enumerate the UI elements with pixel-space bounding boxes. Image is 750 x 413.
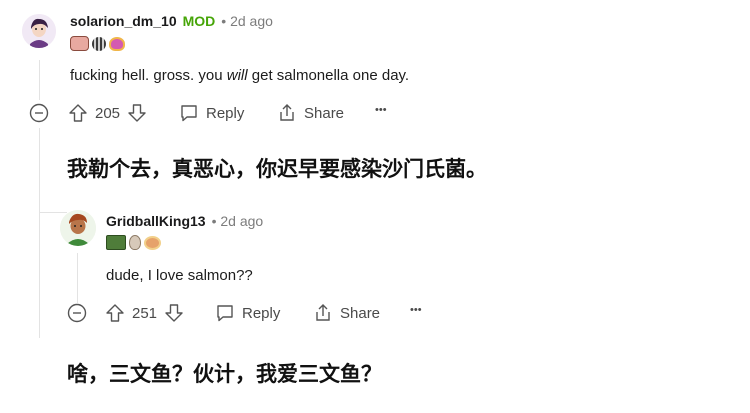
- upvote-button[interactable]: [105, 303, 125, 323]
- collapse-button[interactable]: [29, 103, 49, 123]
- upvote-button[interactable]: [68, 103, 88, 123]
- comment-body: dude, I love salmon??: [106, 267, 253, 284]
- avatar-icon: [22, 14, 56, 48]
- thread-line: [39, 60, 40, 100]
- collapse-icon: [67, 303, 87, 323]
- vote-count: 205: [95, 104, 121, 122]
- user-avatar[interactable]: [22, 14, 56, 48]
- flair-icon: [70, 36, 89, 51]
- collapse-button[interactable]: [67, 303, 87, 323]
- comment-bubble-icon: [217, 305, 233, 322]
- more-options-button[interactable]: •••: [375, 104, 387, 116]
- collapse-icon: [29, 103, 49, 123]
- downvote-button[interactable]: [164, 303, 184, 323]
- share-button[interactable]: Share: [313, 303, 380, 323]
- comment-timestamp[interactable]: • 2d ago: [221, 13, 273, 29]
- comment-author[interactable]: solarion_dm_10: [70, 13, 177, 29]
- downvote-button[interactable]: [127, 103, 147, 123]
- flair-icon: [144, 235, 161, 250]
- flair-icon: [106, 235, 126, 250]
- vote-count: 251: [132, 304, 158, 322]
- thread-line: [77, 253, 78, 303]
- mod-badge: MOD: [182, 13, 216, 29]
- share-button[interactable]: Share: [277, 103, 344, 123]
- reply-button[interactable]: Reply: [179, 103, 244, 123]
- flair-icon: [129, 235, 141, 250]
- flair-icon: [92, 36, 106, 51]
- upvote-arrow-icon: [69, 104, 87, 122]
- share-icon: [280, 104, 294, 121]
- avatar-icon: [60, 210, 96, 246]
- comment-author[interactable]: GridballKing13: [106, 213, 206, 229]
- thread-line: [39, 212, 67, 213]
- thread-line: [39, 128, 40, 338]
- more-options-button[interactable]: •••: [410, 304, 422, 316]
- translation-caption: 啥，三文鱼？伙计，我爱三文鱼？: [67, 362, 382, 386]
- share-icon: [316, 304, 330, 321]
- reply-button[interactable]: Reply: [215, 303, 280, 323]
- flair-icon: [109, 36, 125, 51]
- translation-caption: 我勒个去，真恶心，你迟早要感染沙门氏菌。: [67, 157, 487, 181]
- share-label: Share: [304, 104, 345, 122]
- downvote-arrow-icon: [165, 304, 183, 322]
- comment-timestamp[interactable]: • 2d ago: [212, 213, 264, 229]
- downvote-arrow-icon: [128, 104, 146, 122]
- reply-label: Reply: [242, 304, 281, 322]
- user-avatar[interactable]: [60, 210, 96, 246]
- comment-body: fucking hell. gross. you will get salmon…: [70, 67, 410, 84]
- user-flair: [106, 235, 161, 250]
- comment-bubble-icon: [181, 105, 197, 122]
- user-flair: [70, 36, 125, 51]
- upvote-arrow-icon: [106, 304, 124, 322]
- share-label: Share: [340, 304, 381, 322]
- reply-label: Reply: [206, 104, 245, 122]
